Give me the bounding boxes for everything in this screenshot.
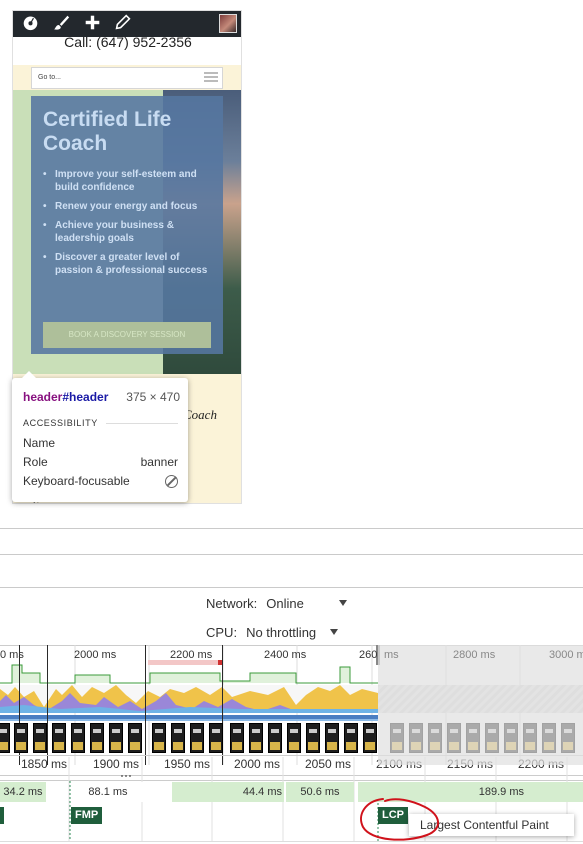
fmp-marker[interactable]: FMP — [71, 807, 103, 824]
a11y-prop-value: banner — [140, 455, 178, 469]
panel-divider — [0, 528, 583, 529]
book-session-button[interactable]: BOOK A DISCOVERY SESSION — [43, 322, 211, 348]
network-label: Network: — [206, 596, 258, 611]
overview-tick: 3000 ms — [549, 649, 583, 661]
plus-icon[interactable] — [82, 14, 102, 34]
element-id: #header — [62, 390, 109, 404]
screenshot-thumbnail[interactable] — [344, 723, 358, 753]
timeline-range-mask[interactable] — [378, 645, 583, 765]
devtools-window: Call: (647) 952-2356 Go to... Certified … — [0, 0, 583, 844]
element-tag: header — [23, 390, 63, 404]
goto-menu-placeholder: Go to... — [38, 74, 61, 81]
accessibility-label: ACCESSIBILITY — [23, 418, 98, 428]
a11y-focusable-row: Keyboard-focusable — [23, 472, 178, 491]
panel-divider — [0, 587, 583, 588]
overview-tick: 2400 ms — [264, 649, 307, 661]
a11y-prop-name: Keyboard-focusable — [23, 474, 130, 488]
screenshot-thumbnail[interactable] — [152, 723, 166, 753]
chevron-down-icon[interactable] — [330, 629, 338, 635]
cpu-value[interactable]: No throttling — [246, 625, 316, 640]
frame-timing[interactable]: 34.2 ms — [0, 782, 46, 802]
overview-tick: 2000 ms — [74, 649, 117, 661]
screenshot-thumbnail[interactable] — [71, 723, 85, 753]
brush-icon[interactable] — [51, 14, 71, 34]
hero-title: Certified Life Coach — [43, 108, 172, 155]
screenshot-thumbnail[interactable] — [363, 723, 377, 753]
element-dimensions: 375 × 470 — [126, 390, 180, 404]
network-value[interactable]: Online — [266, 596, 304, 611]
annotation-circle — [360, 798, 439, 841]
ruler-tick: 1900 ms — [93, 757, 140, 771]
screenshot-thumbnail[interactable] — [52, 723, 66, 753]
screenshot-thumbnail[interactable] — [249, 723, 263, 753]
frame-timing[interactable]: 44.4 ms — [172, 782, 284, 802]
screenshot-thumbnail[interactable] — [33, 723, 47, 753]
screenshot-thumbnail[interactable] — [306, 723, 320, 753]
goto-menu-select[interactable]: Go to... — [31, 67, 223, 89]
screenshot-thumbnail[interactable] — [325, 723, 339, 753]
a11y-role-row: Role banner — [23, 453, 178, 472]
screenshot-thumbnail[interactable] — [0, 723, 10, 753]
cpu-label: CPU: — [206, 625, 238, 640]
overview-tick: 2800 ms — [453, 649, 496, 661]
a11y-prop-name: Role — [23, 455, 48, 469]
hamburger-icon[interactable] — [204, 72, 218, 84]
ruler-tick: 2050 ms — [305, 757, 352, 771]
ruler-tick: 1950 ms — [164, 757, 211, 771]
frame-timing[interactable]: 50.6 ms — [286, 782, 354, 802]
screenshot-thumbnail[interactable] — [14, 723, 28, 753]
screenshot-thumbnail[interactable] — [190, 723, 204, 753]
pencil-icon[interactable] — [113, 14, 133, 34]
hero-bullet: Renew your energy and focus — [43, 200, 211, 213]
ruler-tick: 2000 ms — [234, 757, 281, 771]
overview-tick: ms — [384, 649, 399, 661]
overview-tick: 260 — [359, 649, 378, 661]
accessibility-heading: ACCESSIBILITY — [23, 418, 178, 428]
cpu-throttle[interactable]: CPU: No throttling — [206, 625, 338, 640]
page-text-fragment: Coach — [183, 407, 217, 422]
screenshot-thumbnail[interactable] — [268, 723, 282, 753]
hero-banner: Certified Life Coach Improve your self-e… — [13, 90, 241, 374]
overview-tick: 2200 ms — [170, 649, 213, 661]
screenshot-thumbnail[interactable] — [109, 723, 123, 753]
network-throttle[interactable]: Network: Online — [206, 596, 347, 611]
hero-bullet-list: Improve your self-esteem and build confi… — [43, 168, 211, 277]
screenshot-thumbnail[interactable] — [90, 723, 104, 753]
inspect-tooltip: header#header 375 × 470 ACCESSIBILITY Na… — [12, 371, 188, 502]
admin-bar — [13, 11, 241, 37]
hero-bullet: Improve your self-esteem and build confi… — [43, 168, 211, 194]
hero-panel: Certified Life Coach Improve your self-e… — [31, 96, 223, 354]
a11y-name-row: Name — [23, 434, 178, 453]
frame-timing[interactable]: 88.1 ms — [72, 782, 144, 802]
avatar[interactable] — [219, 14, 237, 33]
hero-bullet: Achieve your business & leadership goals — [43, 219, 211, 245]
panel-divider — [0, 554, 583, 555]
ruler-tick: 1850 ms — [21, 757, 68, 771]
hero-bullet: Discover a greater level of passion & pr… — [43, 251, 211, 277]
screenshot-thumbnail[interactable] — [287, 723, 301, 753]
tooltip-arrow — [22, 371, 36, 378]
overview-tick: 0 ms — [0, 649, 24, 661]
a11y-prop-name: Name — [23, 436, 56, 450]
screenshot-thumbnail[interactable] — [128, 723, 142, 753]
screenshot-thumbnail[interactable] — [230, 723, 244, 753]
chevron-down-icon[interactable] — [339, 600, 347, 606]
screenshot-thumbnail[interactable] — [171, 723, 185, 753]
screenshot-thumbnail[interactable] — [209, 723, 223, 753]
not-allowed-icon — [165, 472, 178, 491]
dashboard-icon[interactable] — [20, 14, 40, 34]
timing-marker[interactable] — [0, 807, 4, 824]
